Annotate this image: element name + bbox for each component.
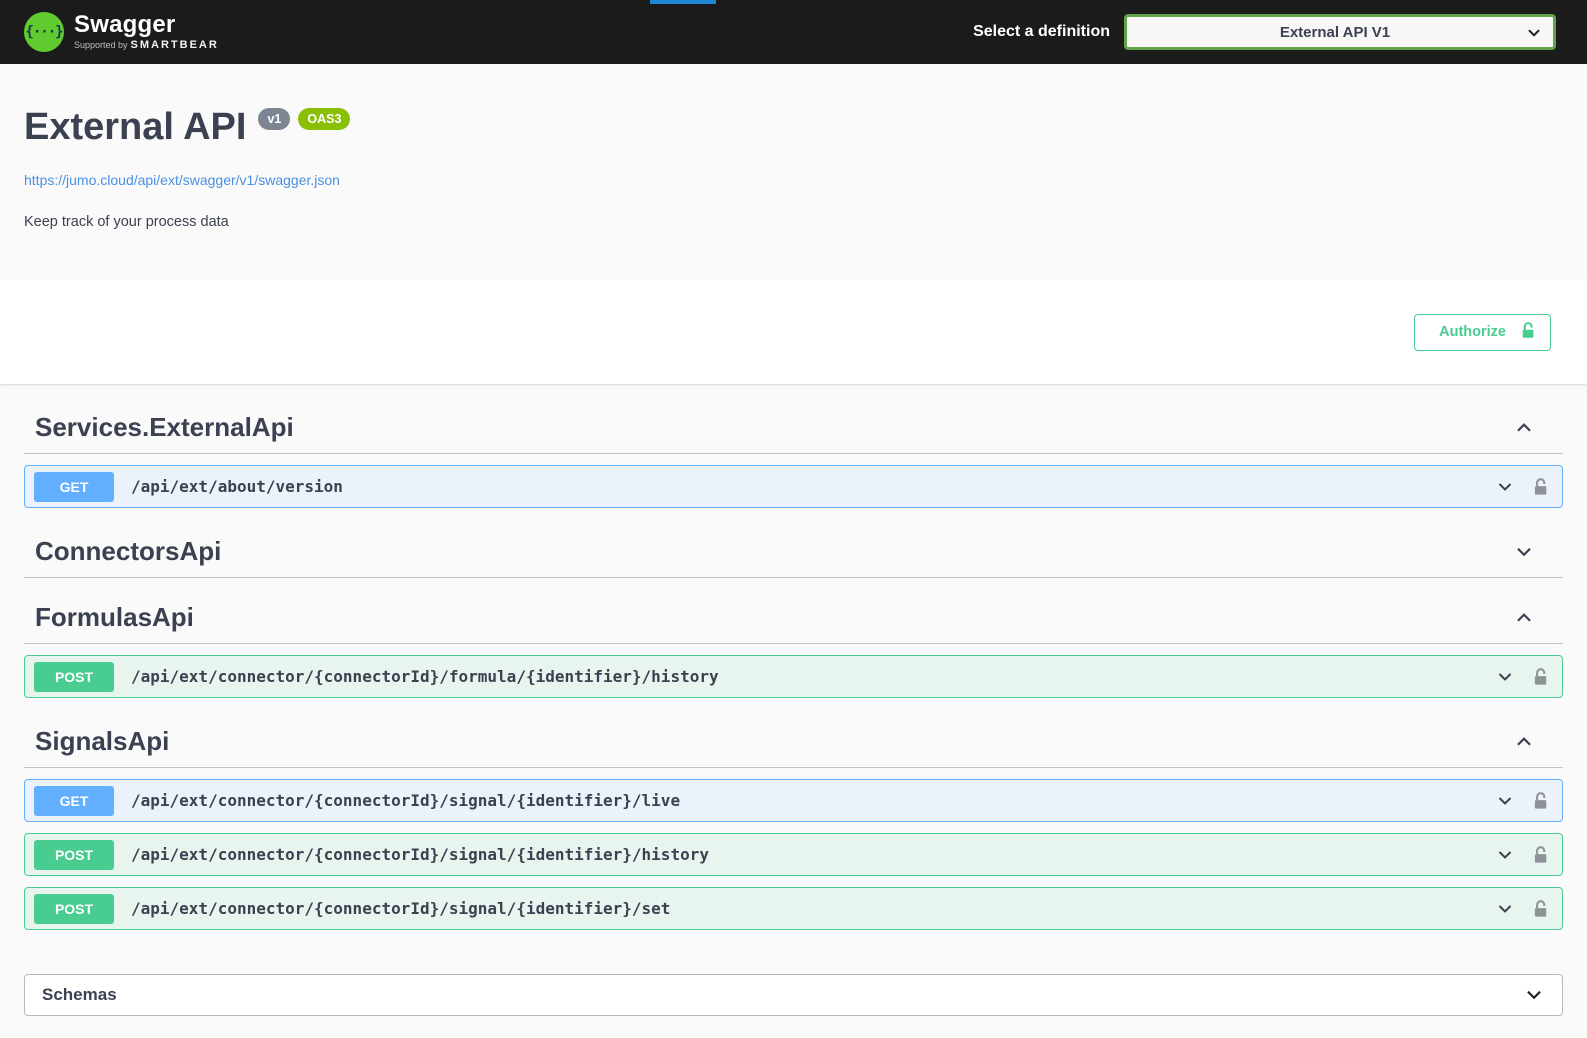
lock-unlocked-icon[interactable] (1532, 845, 1549, 865)
definition-selector-group: Select a definition External API V1 (973, 14, 1556, 50)
definition-select[interactable]: External API V1 (1124, 14, 1556, 50)
chevron-down-icon[interactable] (1523, 984, 1545, 1006)
chevron-up-icon[interactable] (1513, 417, 1535, 439)
section-title: FormulasApi (35, 602, 194, 633)
lock-unlocked-icon[interactable] (1532, 899, 1549, 919)
section-header-services-externalapi[interactable]: Services.ExternalApi (24, 402, 1563, 454)
chevron-down-icon[interactable] (1495, 477, 1515, 497)
section-header-connectorsapi[interactable]: ConnectorsApi (24, 526, 1563, 578)
swagger-logo-icon: {···} (24, 12, 64, 52)
operation-row[interactable]: GET /api/ext/about/version (24, 465, 1563, 508)
topbar: {···} Swagger Supported bySMARTBEAR Sele… (0, 0, 1587, 64)
chevron-down-icon[interactable] (1495, 667, 1515, 687)
chevron-up-icon[interactable] (1513, 731, 1535, 753)
method-badge-post[interactable]: POST (34, 662, 114, 692)
operation-row[interactable]: POST /api/ext/connector/{connectorId}/fo… (24, 655, 1563, 698)
section-title: SignalsApi (35, 726, 169, 757)
method-badge-post[interactable]: POST (34, 840, 114, 870)
api-info-section: External API v1 OAS3 https://jumo.cloud/… (0, 64, 1587, 280)
chevron-down-icon[interactable] (1495, 899, 1515, 919)
smartbear-tagline: Supported bySMARTBEAR (74, 39, 219, 51)
section-header-signalsapi[interactable]: SignalsApi (24, 716, 1563, 768)
chevron-down-icon[interactable] (1513, 541, 1535, 563)
version-badge: v1 (258, 108, 290, 130)
tagline-brand: SMARTBEAR (131, 39, 219, 51)
schemas-section[interactable]: Schemas (24, 974, 1563, 1016)
operation-row[interactable]: GET /api/ext/connector/{connectorId}/sig… (24, 779, 1563, 822)
operation-path[interactable]: /api/ext/connector/{connectorId}/signal/… (131, 899, 1495, 918)
chevron-down-icon (1525, 24, 1543, 47)
select-definition-label: Select a definition (973, 23, 1110, 41)
swagger-logo-text: Swagger (74, 13, 219, 37)
operation-path[interactable]: /api/ext/about/version (131, 477, 1495, 496)
section-title: ConnectorsApi (35, 536, 221, 567)
swagger-logo[interactable]: {···} Swagger Supported bySMARTBEAR (24, 12, 219, 52)
api-badges: v1 OAS3 (258, 108, 350, 130)
operation-row[interactable]: POST /api/ext/connector/{connectorId}/si… (24, 833, 1563, 876)
chevron-down-icon[interactable] (1495, 845, 1515, 865)
page-title: External API (24, 106, 246, 148)
operation-path[interactable]: /api/ext/connector/{connectorId}/signal/… (131, 845, 1495, 864)
scheme-container: Authorize (0, 280, 1587, 384)
authorize-button[interactable]: Authorize (1414, 314, 1551, 351)
schemas-title: Schemas (42, 985, 117, 1005)
tagline-prefix: Supported by (74, 40, 128, 50)
chevron-up-icon[interactable] (1513, 607, 1535, 629)
operation-row[interactable]: POST /api/ext/connector/{connectorId}/si… (24, 887, 1563, 930)
section-title: Services.ExternalApi (35, 412, 294, 443)
api-description: Keep track of your process data (24, 214, 1563, 230)
method-badge-get[interactable]: GET (34, 786, 114, 816)
operation-path[interactable]: /api/ext/connector/{connectorId}/signal/… (131, 791, 1495, 810)
lock-unlocked-icon[interactable] (1532, 791, 1549, 811)
oas3-badge: OAS3 (298, 108, 350, 130)
section-header-formulasapi[interactable]: FormulasApi (24, 592, 1563, 644)
method-badge-get[interactable]: GET (34, 472, 114, 502)
lock-unlocked-icon[interactable] (1532, 667, 1549, 687)
operation-path[interactable]: /api/ext/connector/{connectorId}/formula… (131, 667, 1495, 686)
authorize-button-label: Authorize (1439, 324, 1506, 340)
spec-url-link[interactable]: https://jumo.cloud/api/ext/swagger/v1/sw… (24, 172, 340, 188)
definition-select-value: External API V1 (1127, 24, 1553, 41)
api-title-row: External API v1 OAS3 (24, 106, 1563, 148)
chevron-down-icon[interactable] (1495, 791, 1515, 811)
operations-container: Services.ExternalApi GET /api/ext/about/… (0, 384, 1587, 930)
method-badge-post[interactable]: POST (34, 894, 114, 924)
loading-indicator-bar (650, 0, 716, 4)
unlock-icon (1520, 321, 1536, 344)
lock-unlocked-icon[interactable] (1532, 477, 1549, 497)
